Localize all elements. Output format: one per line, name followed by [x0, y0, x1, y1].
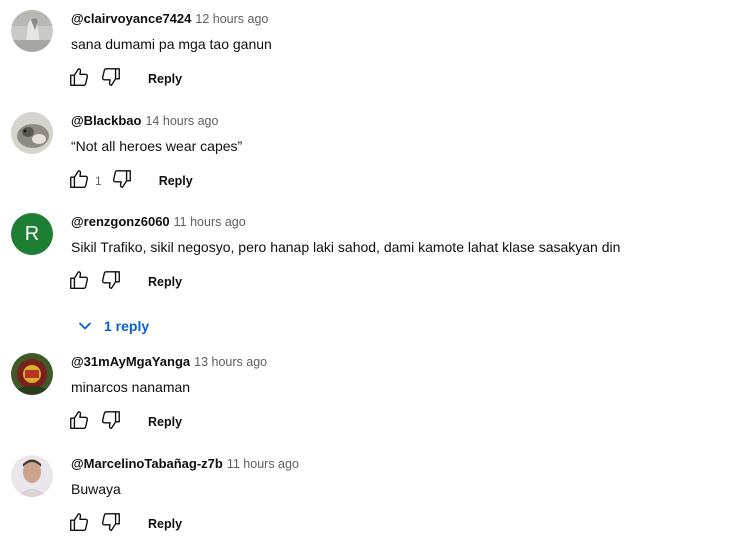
author-name[interactable]: @renzgonz6060 — [71, 214, 170, 229]
dislike-button[interactable] — [99, 512, 123, 536]
thumb-up-icon — [68, 409, 90, 436]
comment-time[interactable]: 11 hours ago — [174, 215, 246, 229]
thumb-up-icon — [68, 168, 90, 195]
replies-count-label: 1 reply — [104, 318, 150, 334]
comment-item: @clairvoyance7424 12 hours ago sana dumam… — [0, 10, 750, 100]
comment-actions: Reply — [67, 410, 182, 434]
comment-time[interactable]: 14 hours ago — [145, 114, 218, 128]
dislike-button[interactable] — [99, 270, 123, 294]
comment-item: @Blackbao 14 hours ago “Not all heroes we… — [0, 112, 750, 202]
like-button[interactable] — [67, 169, 91, 193]
author-name[interactable]: @Blackbao — [71, 113, 141, 128]
comment-text: sana dumami pa mga tao ganun — [71, 36, 272, 52]
thumb-up-icon — [68, 269, 90, 296]
comment-header: @renzgonz6060 11 hours ago — [71, 213, 246, 231]
comment-header: @MarcelinoTabañag-z7b 11 hours ago — [71, 455, 299, 473]
comment-header: @clairvoyance7424 12 hours ago — [71, 10, 268, 28]
thumb-up-icon — [68, 511, 90, 538]
dislike-button[interactable] — [99, 67, 123, 91]
reply-button[interactable]: Reply — [148, 415, 182, 429]
comment-time[interactable]: 11 hours ago — [227, 457, 299, 471]
thumb-up-icon — [68, 66, 90, 93]
view-replies-button[interactable]: 1 reply — [75, 314, 149, 338]
comment-actions: Reply — [67, 512, 182, 536]
author-name[interactable]: @MarcelinoTabañag-z7b — [71, 456, 223, 471]
dislike-button[interactable] — [99, 410, 123, 434]
comment-time[interactable]: 12 hours ago — [195, 12, 268, 26]
reply-button[interactable]: Reply — [148, 517, 182, 531]
thumb-down-icon — [100, 66, 122, 93]
avatar[interactable] — [11, 455, 53, 497]
comment-header: @Blackbao 14 hours ago — [71, 112, 218, 130]
comment-text: Buwaya — [71, 481, 121, 497]
chevron-down-icon — [75, 316, 95, 336]
comment-actions: 1 Reply — [67, 169, 193, 193]
author-name[interactable]: @31mAyMgaYanga — [71, 354, 190, 369]
thumb-down-icon — [111, 168, 133, 195]
comment-text: Sikil Trafiko, sikil negosyo, pero hanap… — [71, 239, 621, 255]
thumb-down-icon — [100, 511, 122, 538]
comment-time[interactable]: 13 hours ago — [194, 355, 267, 369]
reply-button[interactable]: Reply — [148, 72, 182, 86]
like-button[interactable] — [67, 410, 91, 434]
avatar[interactable] — [11, 112, 53, 154]
like-button[interactable] — [67, 67, 91, 91]
reply-button[interactable]: Reply — [148, 275, 182, 289]
comment-text: “Not all heroes wear capes” — [71, 138, 243, 154]
avatar[interactable] — [11, 353, 53, 395]
like-button[interactable] — [67, 512, 91, 536]
comment-header: @31mAyMgaYanga 13 hours ago — [71, 353, 267, 371]
comment-item: R @renzgonz6060 11 hours ago Sikil Trafik… — [0, 213, 750, 343]
dislike-button[interactable] — [110, 169, 134, 193]
author-name[interactable]: @clairvoyance7424 — [71, 11, 191, 26]
like-button[interactable] — [67, 270, 91, 294]
comment-item: @31mAyMgaYanga 13 hours ago minarcos nana… — [0, 353, 750, 443]
comment-item: @MarcelinoTabañag-z7b 11 hours ago Buwaya… — [0, 455, 750, 545]
avatar[interactable]: R — [11, 213, 53, 255]
comment-actions: Reply — [67, 270, 182, 294]
avatar-letter: R — [24, 223, 40, 245]
comment-text: minarcos nanaman — [71, 379, 191, 395]
thumb-down-icon — [100, 409, 122, 436]
reply-button[interactable]: Reply — [159, 174, 193, 188]
comment-actions: Reply — [67, 67, 182, 91]
thumb-down-icon — [100, 269, 122, 296]
like-count: 1 — [95, 174, 102, 188]
avatar[interactable] — [11, 10, 53, 52]
